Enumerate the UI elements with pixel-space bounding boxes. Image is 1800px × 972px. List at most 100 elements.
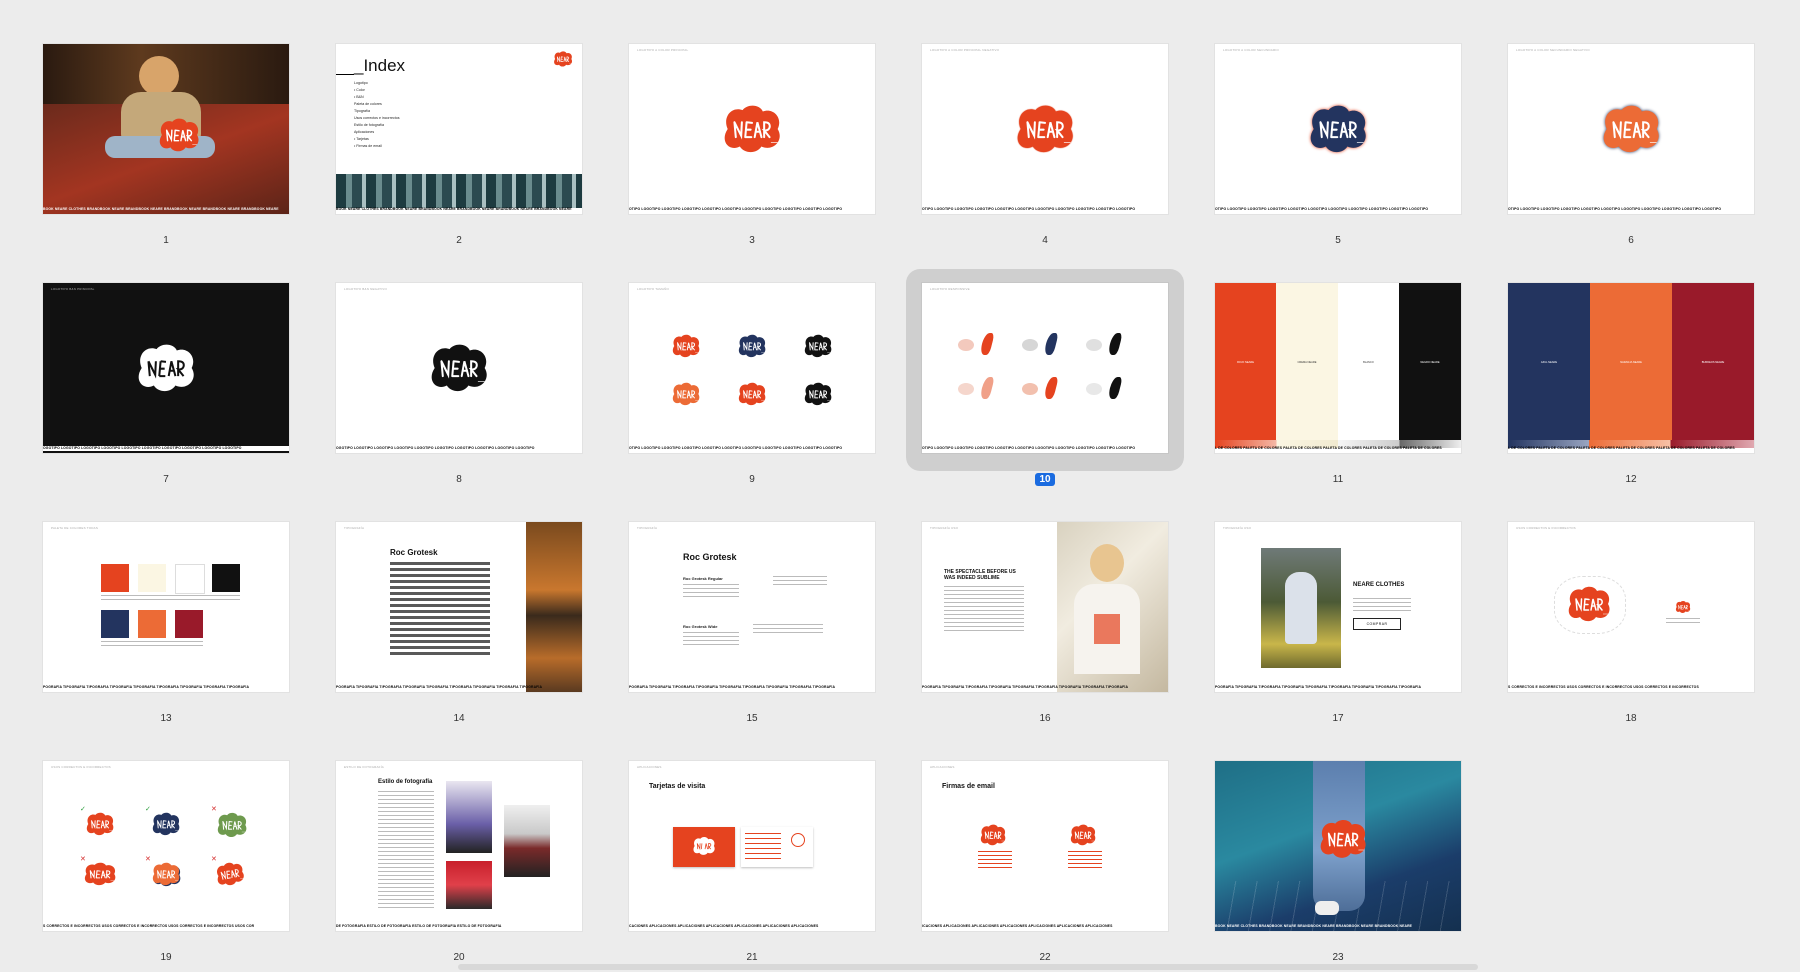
slide-number-selected: 10 xyxy=(1035,473,1055,486)
monogram-n-icon xyxy=(979,377,995,399)
color-swatch: BLANCO xyxy=(1338,283,1399,440)
slide-ticker: ICACIONES APLICACIONES APLICACIONES APLI… xyxy=(922,924,1113,928)
slide-thumb-17[interactable]: TIPOGRAFÍA USO NEARE CLOTHES COMPRAR POG… xyxy=(1215,522,1461,732)
slide-ticker: L DE COLORES PALETA DE COLORES PALETA DE… xyxy=(1508,446,1735,450)
slide-thumb-4[interactable]: LOGOTIPO A COLOR PRINCIPAL NEGATIVO OTIP… xyxy=(922,44,1168,254)
slide-thumb-21[interactable]: APLICACIONES Tarjetas de visita CACIONES… xyxy=(629,761,875,971)
horizontal-scrollbar[interactable] xyxy=(458,964,1478,970)
color-swatch: ROJO NEARE xyxy=(1215,283,1276,440)
font-weight-label: Roc Grotesk Wide xyxy=(683,624,718,629)
slide-header: USOS CORRECTOS E INCORRECTOS xyxy=(1516,526,1576,530)
neare-logo-icon xyxy=(1564,584,1614,624)
slide-ticker: OGOTIPO LOGOTIPO LOGOTIPO LOGOTIPO LOGOT… xyxy=(336,446,535,450)
slide-thumb-6[interactable]: LOGOTIPO A COLOR SECUNDARIO NEGATIVO OTI… xyxy=(1508,44,1754,254)
logo-mark-icon xyxy=(958,339,974,351)
slide-number: 6 xyxy=(1628,235,1634,246)
font-weight-label: Roc Grotesk Regular xyxy=(683,576,723,581)
slide-ticker: OTIPO LOGOTIPO LOGOTIPO LOGOTIPO LOGOTIP… xyxy=(1215,207,1429,211)
slide-thumb-10[interactable]: LOGOTIPO RESPONSIVE OTIPO LOGOTIPO LOGOT… xyxy=(906,269,1184,493)
slide-thumb-14[interactable]: TIPOGRAFÍA Roc Grotesk POGRAFÍA TIPOGRAF… xyxy=(336,522,582,732)
slide-header: LOGOTIPO A COLOR SECUNDARIO xyxy=(1223,48,1279,52)
slide-number: 17 xyxy=(1332,713,1344,724)
slide-thumb-11[interactable]: ROJO NEARE CREMA NEARE BLANCO NEGRO NEAR… xyxy=(1215,283,1461,493)
slide-thumb-20[interactable]: ESTILO DE FOTOGRAFÍA Estilo de fotografí… xyxy=(336,761,582,971)
color-swatch xyxy=(212,564,240,592)
swatch-label: ROJO NEARE xyxy=(1237,361,1254,364)
color-swatch xyxy=(101,610,129,638)
slide-ticker: OTIPO LOGOTIPO LOGOTIPO LOGOTIPO LOGOTIP… xyxy=(629,207,843,211)
index-item: • Tarjetas xyxy=(354,137,369,141)
neare-logo-icon xyxy=(131,341,201,395)
slide-header: APLICACIONES xyxy=(930,765,955,769)
slide-thumb-18[interactable]: USOS CORRECTOS E INCORRECTOS S CORRECTOS… xyxy=(1508,522,1754,732)
sneaker xyxy=(1315,901,1339,915)
neare-logo-icon xyxy=(424,341,494,395)
neare-logo-icon xyxy=(83,811,117,837)
swatch-labels xyxy=(101,641,203,649)
slide-thumb-15[interactable]: TIPOGRAFÍA Roc Grotesk Roc Grotesk Regul… xyxy=(629,522,875,732)
color-swatch xyxy=(175,564,205,594)
slide-number: 2 xyxy=(456,235,462,246)
slide-thumb-7[interactable]: LOGOTIPO B&N PRINCIPAL OGOTIPO LOGOTIPO … xyxy=(43,283,289,493)
slide-number: 7 xyxy=(163,474,169,485)
monogram-n-icon xyxy=(979,333,995,355)
slide-header: TIPOGRAFÍA USO xyxy=(930,526,959,530)
color-swatch xyxy=(175,610,203,638)
slide-header: LOGOTIPO TAMAÑO xyxy=(637,287,670,291)
slide-ticker: BOOK NEARE CLOTHES BRANDBOOK NEARE BRAND… xyxy=(43,207,279,211)
card-details xyxy=(745,833,781,861)
color-swatch xyxy=(101,564,129,592)
font-variants xyxy=(773,576,827,586)
font-title: Roc Grotesk xyxy=(390,548,438,557)
neare-logo-icon xyxy=(691,835,717,857)
slide-thumb-2[interactable]: _Index Logotipo • Color • B&N Paleta de col… xyxy=(336,44,582,254)
slide-thumb-22[interactable]: APLICACIONES Firmas de email ICACIONES A… xyxy=(922,761,1168,971)
slide-number: 5 xyxy=(1335,235,1341,246)
slide-ticker: DE FOTOGRAFÍA ESTILO DE FOTOGRAFÍA ESTIL… xyxy=(336,924,502,928)
slide-header: TIPOGRAFÍA USO xyxy=(1223,526,1252,530)
signature-details xyxy=(978,851,1012,869)
swatch-label: CREMA NEARE xyxy=(1297,361,1317,364)
color-swatch: NARANJA NEARE xyxy=(1590,283,1672,440)
color-swatch: NEGRO NEARE xyxy=(1399,283,1461,440)
slide-ticker: POGRAFÍA TIPOGRAFÍA TIPOGRAFÍA TIPOGRAFÍ… xyxy=(43,685,250,689)
font-title: Roc Grotesk xyxy=(683,552,737,562)
business-card-front xyxy=(673,827,735,867)
photo xyxy=(446,781,492,853)
neare-logo-icon xyxy=(978,823,1008,847)
neare-logo-icon xyxy=(1303,102,1373,156)
neare-logo-icon xyxy=(213,811,251,839)
person-hair xyxy=(139,56,179,96)
slide-thumb-19[interactable]: USOS CORRECTOS E INCORRECTOS ✓ ✓ ✕ ✕ ✕ ✕… xyxy=(43,761,289,971)
slide-thumb-5[interactable]: LOGOTIPO A COLOR SECUNDARIO OTIPO LOGOTI… xyxy=(1215,44,1461,254)
index-title: _Index xyxy=(354,56,406,75)
slide-ticker: CACIONES APLICACIONES APLICACIONES APLIC… xyxy=(629,924,819,928)
neare-logo-icon xyxy=(1674,600,1692,614)
business-card-back xyxy=(741,827,813,867)
glyph-set xyxy=(683,584,739,598)
slide-number: 12 xyxy=(1625,474,1637,485)
section-title: Tarjetas de visita xyxy=(649,783,706,790)
slide-ticker: BOOK NEARE CLOTHES BRANDBOOK NEARE BRAND… xyxy=(1215,924,1413,928)
logo-mark-icon xyxy=(1086,339,1102,351)
slide-thumb-9[interactable]: LOGOTIPO TAMAÑO OTIPO LOGOTIPO LOGOTIPO … xyxy=(629,283,875,493)
slide-thumb-12[interactable]: AZUL NEARE NARANJA NEARE BURDEOS NEARE L… xyxy=(1508,283,1754,493)
slide-header: LOGOTIPO A COLOR PRINCIPAL NEGATIVO xyxy=(930,48,1000,52)
swatch-label: BLANCO xyxy=(1363,361,1374,364)
slide-ticker: OTIPO LOGOTIPO LOGOTIPO LOGOTIPO LOGOTIP… xyxy=(629,446,843,450)
slide-number: 13 xyxy=(160,713,172,724)
neare-logo-icon xyxy=(1068,823,1098,847)
slide-number: 19 xyxy=(160,952,172,963)
slide-number: 11 xyxy=(1332,474,1344,485)
slide-ticker: OTIPO LOGOTIPO LOGOTIPO LOGOTIPO LOGOTIP… xyxy=(922,207,1136,211)
color-swatch: AZUL NEARE xyxy=(1508,283,1590,440)
swatch-label: AZUL NEARE xyxy=(1540,361,1558,364)
slide-thumb-13[interactable]: PALETA DE COLORES TODAS POGRAFÍA TIPOGRA… xyxy=(43,522,289,732)
neare-logo-icon xyxy=(1010,102,1080,156)
slide-thumb-16[interactable]: TIPOGRAFÍA USO THE SPECTACLE BEFORE US W… xyxy=(922,522,1168,732)
slide-thumb-1[interactable]: BOOK NEARE CLOTHES BRANDBOOK NEARE BRAND… xyxy=(43,44,289,254)
slide-thumb-8[interactable]: LOGOTIPO B&N NEGATIVO OGOTIPO LOGOTIPO L… xyxy=(336,283,582,493)
slide-thumb-3[interactable]: LOGOTIPO A COLOR PRINCIPAL OTIPO LOGOTIP… xyxy=(629,44,875,254)
slide-thumb-23[interactable]: BOOK NEARE CLOTHES BRANDBOOK NEARE BRAND… xyxy=(1215,761,1461,971)
slide-header: TIPOGRAFÍA xyxy=(637,526,658,530)
